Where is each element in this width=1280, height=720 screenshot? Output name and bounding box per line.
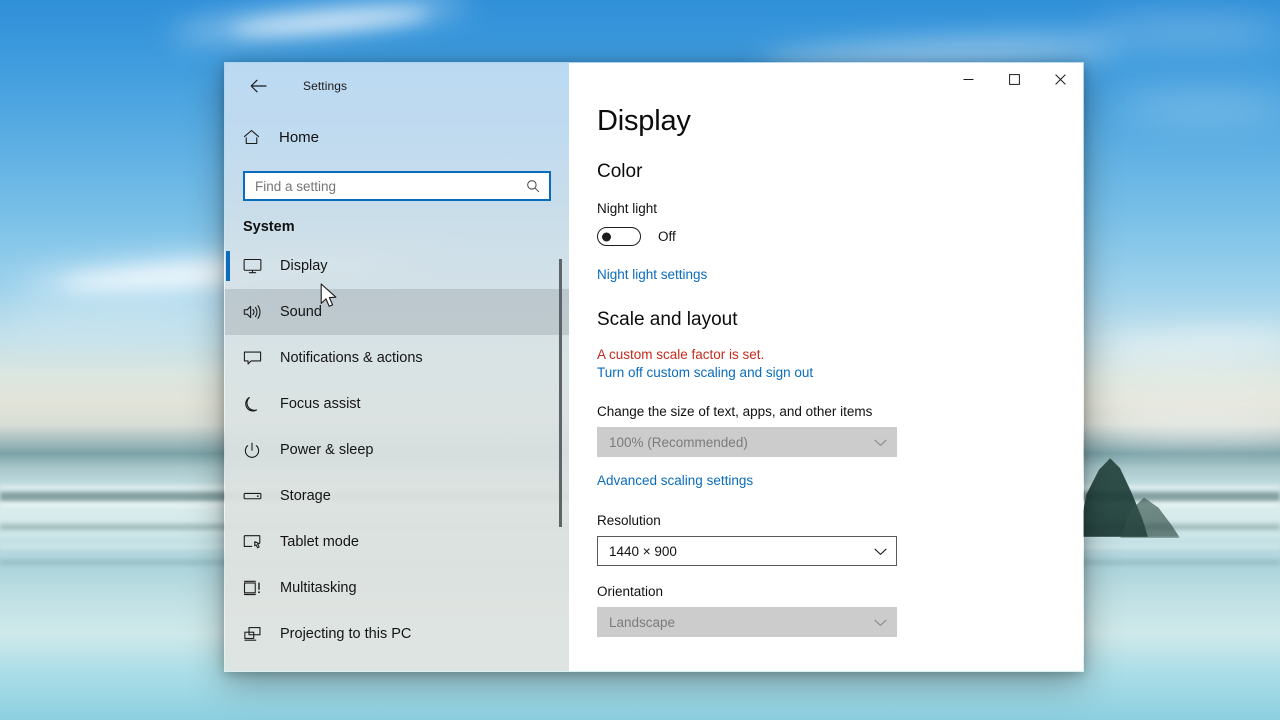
- sidebar-item-power-sleep-label: Power & sleep: [280, 442, 374, 458]
- chevron-down-icon: [874, 435, 887, 450]
- sidebar-scrollbar[interactable]: [555, 259, 567, 669]
- message-icon: [243, 350, 273, 366]
- sidebar-nav-list: Display Sound Notifications & actions Fo…: [225, 243, 569, 657]
- speaker-icon: [243, 304, 273, 320]
- sidebar-item-notifications-label: Notifications & actions: [280, 350, 423, 366]
- sidebar-item-projecting-label: Projecting to this PC: [280, 626, 412, 642]
- orientation-dropdown-value: Landscape: [609, 614, 676, 630]
- desktop-wallpaper: Settings Home Find a setting System Disp…: [0, 0, 1280, 720]
- sidebar-item-sound[interactable]: Sound: [225, 289, 569, 335]
- app-title: Settings: [303, 79, 348, 93]
- drive-icon: [243, 489, 273, 503]
- close-icon[interactable]: [1037, 63, 1083, 95]
- sidebar-group-title: System: [243, 219, 295, 235]
- window-titlebar[interactable]: Settings: [225, 63, 569, 109]
- search-input[interactable]: [255, 178, 523, 194]
- sidebar-item-focus-assist-label: Focus assist: [280, 396, 361, 412]
- resolution-dropdown-value: 1440 × 900: [609, 543, 677, 559]
- sidebar-item-sound-label: Sound: [280, 304, 322, 320]
- home-icon: [243, 129, 273, 145]
- custom-scale-warning: A custom scale factor is set.: [597, 347, 765, 362]
- multitask-icon: [243, 580, 273, 596]
- night-light-settings-link[interactable]: Night light settings: [597, 267, 707, 282]
- night-light-toggle-row: Off: [597, 227, 1083, 246]
- cloud-shape: [229, 5, 431, 39]
- resolution-dropdown[interactable]: 1440 × 900: [597, 536, 897, 566]
- cloud-shape: [1120, 95, 1280, 117]
- sidebar-scrollbar-thumb[interactable]: [559, 259, 562, 527]
- sidebar-item-home[interactable]: Home: [225, 117, 569, 157]
- sidebar-item-display-label: Display: [280, 258, 328, 274]
- chevron-down-icon: [874, 615, 887, 630]
- sidebar-item-power-sleep[interactable]: Power & sleep: [225, 427, 569, 473]
- scale-layout-heading: Scale and layout: [597, 309, 738, 330]
- back-button[interactable]: [237, 71, 279, 101]
- night-light-state: Off: [658, 229, 676, 244]
- display-settings-body: Display Color Night light Off Night ligh…: [569, 63, 1083, 637]
- sidebar-item-notifications[interactable]: Notifications & actions: [225, 335, 569, 381]
- cloud-shape: [0, 293, 261, 337]
- settings-sidebar: Settings Home Find a setting System Disp…: [225, 63, 569, 671]
- search-icon[interactable]: [523, 176, 543, 196]
- minimize-button[interactable]: [945, 63, 991, 95]
- cloud-shape: [1089, 376, 1280, 418]
- resolution-label: Resolution: [597, 513, 661, 528]
- scale-description: Change the size of text, apps, and other…: [597, 404, 873, 419]
- scale-dropdown[interactable]: 100% (Recommended): [597, 427, 897, 457]
- power-icon: [243, 442, 273, 459]
- sidebar-item-home-label: Home: [279, 128, 320, 146]
- sidebar-item-storage-label: Storage: [280, 488, 331, 504]
- cloud-shape: [169, 0, 471, 48]
- sidebar-item-tablet-mode[interactable]: Tablet mode: [225, 519, 569, 565]
- advanced-scaling-settings-link[interactable]: Advanced scaling settings: [597, 473, 753, 488]
- turn-off-custom-scaling-link[interactable]: Turn off custom scaling and sign out: [597, 365, 813, 380]
- cloud-shape: [1110, 420, 1280, 442]
- search-box[interactable]: [243, 171, 551, 201]
- sidebar-item-tablet-mode-label: Tablet mode: [280, 534, 359, 550]
- sidebar-item-display[interactable]: Display: [225, 243, 569, 289]
- project-icon: [243, 626, 273, 642]
- page-title: Display: [597, 105, 691, 137]
- sidebar-item-multitasking-label: Multitasking: [280, 580, 357, 596]
- maximize-button[interactable]: [991, 63, 1037, 95]
- night-light-label: Night light: [597, 201, 658, 216]
- sidebar-item-storage[interactable]: Storage: [225, 473, 569, 519]
- night-light-toggle[interactable]: [597, 227, 641, 246]
- orientation-dropdown[interactable]: Landscape: [597, 607, 897, 637]
- orientation-label: Orientation: [597, 584, 664, 599]
- settings-content-pane: Display Color Night light Off Night ligh…: [569, 63, 1083, 671]
- sidebar-item-focus-assist[interactable]: Focus assist: [225, 381, 569, 427]
- color-section-heading: Color: [597, 161, 643, 182]
- tablet-icon: [243, 534, 273, 551]
- window-controls: [945, 63, 1083, 95]
- toggle-knob: [602, 232, 611, 241]
- sidebar-item-projecting[interactable]: Projecting to this PC: [225, 611, 569, 657]
- sidebar-item-multitasking[interactable]: Multitasking: [225, 565, 569, 611]
- scale-dropdown-value: 100% (Recommended): [609, 434, 748, 450]
- cloud-shape: [1090, 18, 1280, 44]
- settings-window: Settings Home Find a setting System Disp…: [224, 62, 1084, 672]
- chevron-down-icon: [874, 544, 887, 559]
- cloud-shape: [1099, 324, 1280, 366]
- monitor-icon: [243, 258, 273, 274]
- moon-icon: [243, 396, 273, 413]
